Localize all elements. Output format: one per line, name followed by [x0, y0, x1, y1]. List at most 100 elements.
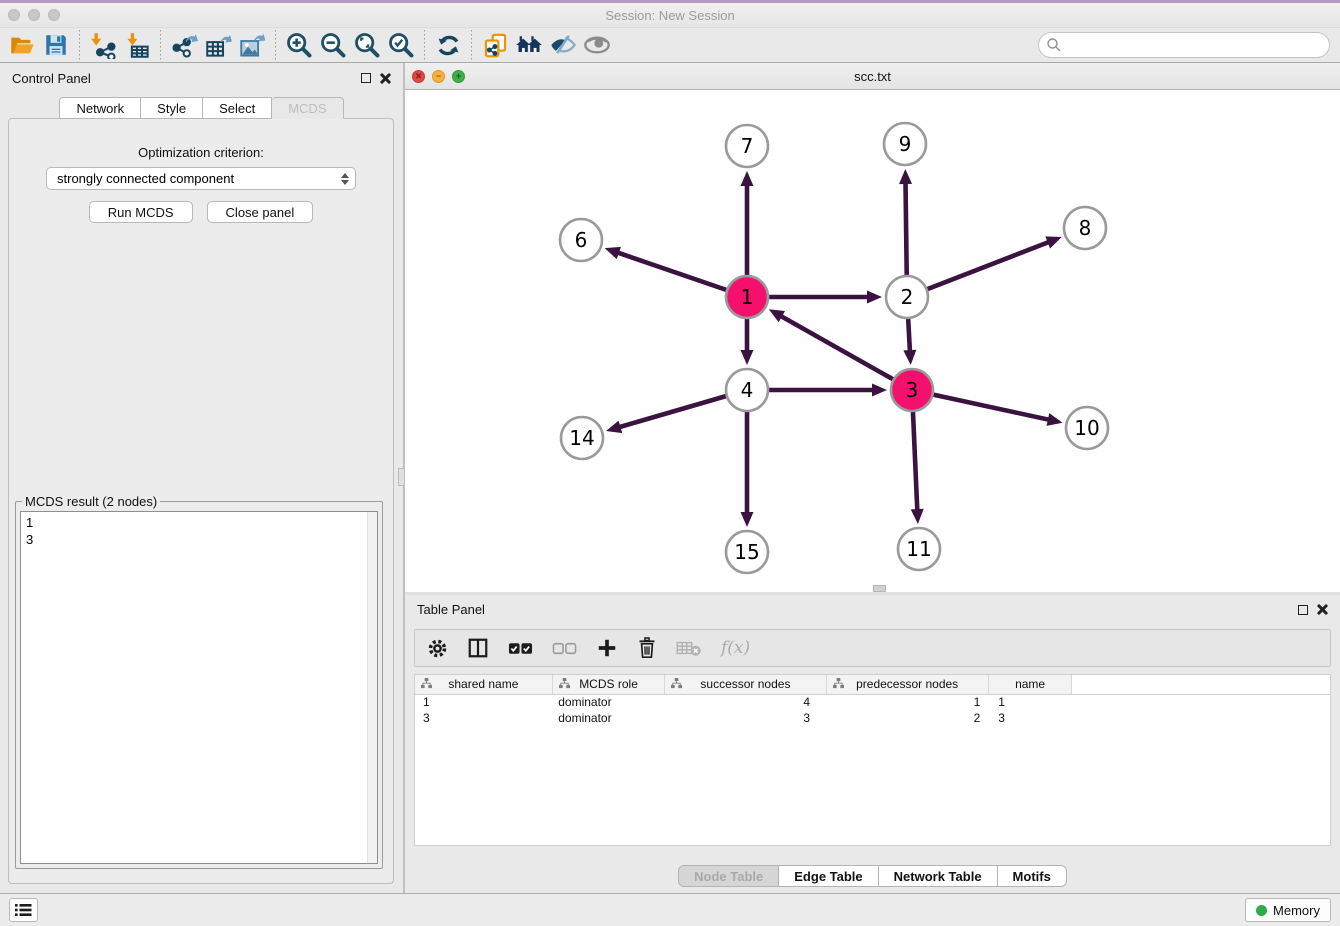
tab-network[interactable]: Network [59, 97, 141, 119]
edge-3-1[interactable] [780, 316, 912, 390]
select-all-columns-icon[interactable] [508, 641, 533, 656]
column-header-empty [1072, 675, 1330, 694]
panel-splitter-grip[interactable] [398, 468, 405, 486]
edge-arrow-4-14 [606, 421, 622, 433]
cell-shared-name[interactable]: 3 [415, 710, 552, 726]
splitter-grip[interactable] [873, 585, 886, 592]
close-panel-button[interactable]: Close panel [207, 201, 314, 223]
export-table-icon[interactable] [201, 29, 235, 61]
tab-mcds[interactable]: MCDS [272, 97, 343, 119]
task-history-button[interactable] [9, 898, 38, 922]
float-panel-icon[interactable] [361, 73, 371, 83]
deselect-all-columns-icon[interactable] [552, 641, 577, 656]
mcds-result-group: MCDS result (2 nodes) 13 [15, 494, 383, 869]
run-mcds-button[interactable]: Run MCDS [89, 201, 193, 223]
home-layout-icon[interactable] [512, 29, 546, 61]
toolbar-separator [160, 30, 161, 60]
settings-icon[interactable] [427, 638, 448, 659]
memory-button[interactable]: Memory [1245, 898, 1331, 922]
column-layout-icon[interactable] [467, 637, 489, 659]
cell-name[interactable]: 3 [988, 710, 1072, 726]
node-label-14: 14 [569, 426, 594, 450]
mcds-result-line: 3 [26, 531, 372, 548]
network-close-button[interactable]: ✕ [412, 70, 425, 83]
add-row-icon[interactable] [596, 637, 618, 659]
node-label-4: 4 [741, 378, 754, 402]
tab-edge-table[interactable]: Edge Table [779, 865, 878, 887]
network-maximize-button[interactable]: + [452, 70, 465, 83]
edge-arrow-1-6 [605, 247, 621, 259]
import-table-icon[interactable] [120, 29, 154, 61]
cell-successor-nodes[interactable]: 4 [665, 694, 826, 710]
zoom-fit-icon[interactable] [350, 29, 384, 61]
table-row[interactable]: 1dominator411 [415, 694, 1330, 710]
search-input[interactable] [1062, 35, 1329, 55]
toggle-style-icon[interactable] [546, 29, 580, 61]
column-header-successor-nodes[interactable]: successor nodes [665, 675, 826, 694]
edge-arrow-3-11 [911, 509, 924, 524]
cell-predecessor-nodes[interactable]: 2 [826, 710, 988, 726]
table-row[interactable]: 3dominator323 [415, 710, 1330, 726]
network-canvas[interactable]: 1234678910111415 [405, 90, 1340, 592]
save-session-icon[interactable] [39, 29, 73, 61]
criterion-value: strongly connected component [57, 171, 234, 186]
edge-arrow-2-9 [899, 169, 912, 184]
cell-shared-name[interactable]: 1 [415, 694, 552, 710]
close-panel-icon[interactable] [380, 73, 391, 84]
search-box[interactable] [1038, 32, 1330, 58]
cell-successor-nodes[interactable]: 3 [665, 710, 826, 726]
tab-network-table[interactable]: Network Table [879, 865, 998, 887]
close-table-panel-icon[interactable] [1317, 604, 1328, 615]
zoom-selected-icon[interactable] [384, 29, 418, 61]
cell-predecessor-nodes[interactable]: 1 [826, 694, 988, 710]
network-minimize-button[interactable]: − [432, 70, 445, 83]
list-icon [15, 903, 32, 917]
mcds-result-textarea[interactable]: 13 [20, 511, 378, 864]
node-table[interactable]: shared nameMCDS rolesuccessor nodesprede… [414, 674, 1331, 846]
edge-2-8[interactable] [907, 242, 1050, 297]
column-header-name[interactable]: name [988, 675, 1072, 694]
close-window-button[interactable] [8, 9, 20, 21]
cell-name[interactable]: 1 [988, 694, 1072, 710]
table-panel: Table Panel [405, 595, 1340, 893]
float-table-panel-icon[interactable] [1298, 605, 1308, 615]
edge-arrow-1-7 [741, 171, 754, 186]
network-window-titlebar[interactable]: ✕ − + scc.txt [405, 63, 1340, 90]
control-panel-title: Control Panel [12, 71, 91, 86]
import-network-icon[interactable] [86, 29, 120, 61]
tab-select[interactable]: Select [203, 97, 272, 119]
column-header-shared-name[interactable]: shared name [415, 675, 552, 694]
result-scrollbar[interactable] [367, 512, 377, 863]
zoom-out-icon[interactable] [316, 29, 350, 61]
cell-MCDS-role[interactable]: dominator [552, 710, 665, 726]
dropdown-stepper-icon [341, 173, 351, 185]
network-graph[interactable]: 1234678910111415 [405, 90, 1337, 592]
window-traffic-lights[interactable] [8, 3, 60, 27]
tab-motifs[interactable]: Motifs [998, 865, 1067, 887]
control-panel: Control Panel NetworkStyleSelectMCDS Opt… [0, 63, 405, 893]
column-header-predecessor-nodes[interactable]: predecessor nodes [826, 675, 988, 694]
minimize-window-button[interactable] [28, 9, 40, 21]
node-label-2: 2 [901, 285, 914, 309]
node-label-1: 1 [741, 285, 754, 309]
export-network-icon[interactable] [167, 29, 201, 61]
tab-node-table[interactable]: Node Table [678, 865, 779, 887]
session-title: Session: New Session [605, 8, 734, 23]
table-toolbar: f(x) [414, 629, 1331, 667]
tab-style[interactable]: Style [141, 97, 203, 119]
zoom-in-icon[interactable] [282, 29, 316, 61]
export-image-icon[interactable] [235, 29, 269, 61]
clone-network-icon[interactable] [478, 29, 512, 61]
delete-row-icon[interactable] [637, 637, 657, 659]
zoom-window-button[interactable] [48, 9, 60, 21]
criterion-dropdown[interactable]: strongly connected component [46, 167, 356, 190]
edge-arrow-2-3 [903, 350, 916, 365]
cell-MCDS-role[interactable]: dominator [552, 694, 665, 710]
open-session-icon[interactable] [5, 29, 39, 61]
node-label-7: 7 [741, 134, 754, 158]
refresh-view-icon[interactable] [431, 29, 465, 61]
column-header-MCDS-role[interactable]: MCDS role [552, 675, 665, 694]
show-hide-icon[interactable] [580, 29, 614, 61]
optimization-criterion-label: Optimization criterion: [9, 145, 393, 160]
status-bar: Memory [0, 893, 1340, 926]
